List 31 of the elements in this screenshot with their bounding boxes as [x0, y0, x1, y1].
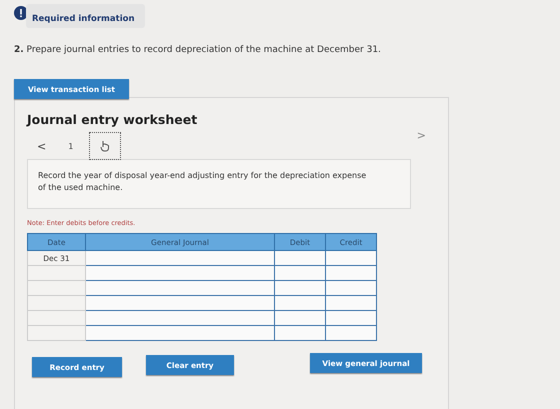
debit-input[interactable] — [274, 250, 326, 266]
credit-input[interactable] — [326, 326, 376, 340]
hand-icon — [99, 140, 112, 152]
date-cell — [28, 296, 86, 310]
account-input[interactable] — [86, 280, 274, 296]
account-input[interactable] — [86, 326, 274, 340]
debit-input[interactable] — [274, 266, 326, 280]
next-button[interactable]: > — [416, 129, 426, 142]
debit-input[interactable] — [274, 296, 326, 310]
previous-button[interactable]: < — [37, 140, 46, 152]
date-cell — [28, 326, 86, 340]
page-number[interactable]: 1 — [68, 142, 74, 150]
account-input[interactable] — [86, 266, 274, 280]
account-input[interactable] — [86, 310, 274, 326]
credit-input[interactable] — [326, 310, 376, 326]
debit-input[interactable] — [274, 326, 326, 340]
credit-input[interactable] — [326, 280, 376, 296]
date-cell — [28, 310, 86, 326]
credit-input[interactable] — [326, 296, 376, 310]
account-input[interactable] — [86, 250, 274, 266]
credit-input[interactable] — [326, 250, 376, 266]
credit-input[interactable] — [326, 266, 376, 280]
date-cell — [28, 266, 86, 280]
account-input[interactable] — [86, 296, 274, 310]
required-information-label: Required information — [26, 4, 145, 28]
debit-input[interactable] — [274, 310, 326, 326]
instruction-text: Record the year of disposal year-end adjusting entry for the depreciation expense of the used machine. — [38, 171, 366, 192]
date-cell — [28, 280, 86, 296]
worksheet-title: Journal entry worksheet — [27, 112, 198, 127]
debit-input[interactable] — [274, 280, 326, 296]
question-text: 2. Prepare journal entries to record depreciation of the machine at December 31. — [14, 45, 382, 55]
